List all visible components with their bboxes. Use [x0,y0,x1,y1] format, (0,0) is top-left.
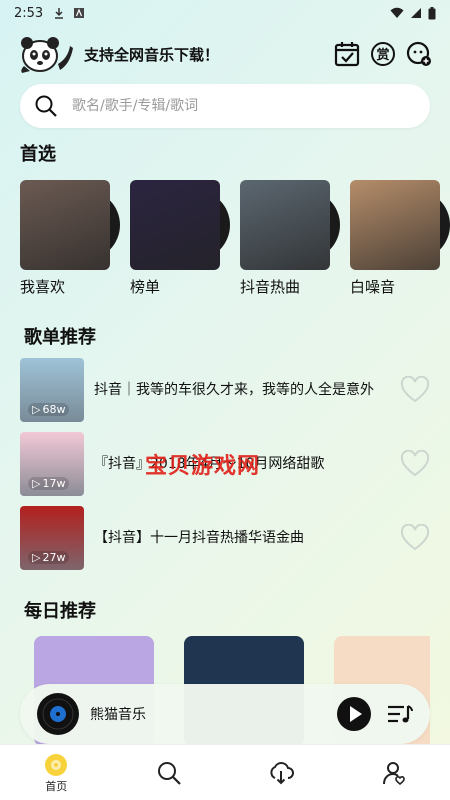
search-icon [157,761,181,785]
playlist-title: 抖音｜我等的车很久才来，我等的人全是意外 [94,382,374,398]
header-title: 支持全网音乐下载！ [84,45,220,64]
favorite-heart-icon[interactable] [400,524,430,552]
download-icon [270,761,295,784]
favorite-heart-icon[interactable] [400,450,430,478]
checkin-calendar-button[interactable] [334,41,360,67]
playlist-title: 【抖音】十一月抖音热播华语金曲 [94,530,304,546]
playlists-section-title: 歌单推荐 [24,327,96,348]
nav-home[interactable]: 首页 [0,745,113,800]
add-friend-button[interactable] [406,41,432,67]
a-notification-icon [74,8,85,18]
calendar-check-icon [334,42,360,67]
play-icon: ▷ [32,551,41,564]
home-icon [45,753,68,776]
status-time: 2:53 [14,5,44,21]
search-icon [35,95,57,117]
mini-player[interactable]: 熊猫音乐 [20,684,430,744]
featured-cover-image [20,180,110,270]
chat-add-icon [406,41,431,66]
play-button[interactable] [336,696,372,732]
play-count-value: 27w [42,551,66,564]
nav-search[interactable] [113,745,226,800]
wifi-icon [390,7,404,18]
play-count: ▷ 68w [28,403,70,416]
featured-cover-image [130,180,220,270]
bottom-navigation: 首页 [0,744,450,800]
play-count-value: 68w [42,403,66,416]
playlist-cover: ▷ 68w [20,358,84,422]
playlist-cover: ▷ 27w [20,506,84,570]
favorite-heart-icon[interactable] [400,376,430,404]
featured-card-charts[interactable]: 榜单 [130,180,230,297]
vinyl-record-icon [37,693,79,735]
playlist-queue-icon[interactable] [386,702,414,726]
featured-card-favorites[interactable]: 我喜欢 [20,180,120,297]
nav-home-label: 首页 [45,779,68,793]
signal-icon [411,8,421,18]
playlist-item[interactable]: ▷ 27w 【抖音】十一月抖音热播华语金曲 [20,506,430,570]
profile-icon [382,761,405,785]
playlist-cover: ▷ 17w [20,432,84,496]
watermark-text: 宝贝游戏网 [145,454,261,479]
play-count-value: 17w [42,477,66,490]
play-icon: ▷ [32,477,41,490]
featured-label: 我喜欢 [20,278,66,296]
featured-card-douyin-hits[interactable]: 抖音热曲 [240,180,340,297]
featured-label: 白噪音 [350,278,396,296]
featured-card-white-noise[interactable]: 白噪音 [350,180,450,297]
app-header: 支持全网音乐下载！ 赏 [18,32,432,76]
featured-section-title: 首选 [20,144,56,165]
now-playing-title: 熊猫音乐 [90,707,146,723]
play-count: ▷ 17w [28,477,70,490]
play-count: ▷ 27w [28,551,70,564]
featured-cover-image [240,180,330,270]
featured-label: 抖音热曲 [240,278,301,296]
featured-cover-image [350,180,440,270]
play-icon: ▷ [32,403,41,416]
nav-download[interactable] [225,745,338,800]
search-input[interactable] [72,98,392,114]
battery-icon [428,6,436,19]
status-bar: 2:53 [0,0,450,26]
panda-logo-icon [21,37,73,73]
reward-button[interactable]: 赏 [370,41,396,67]
featured-label: 榜单 [130,278,161,296]
nav-profile[interactable] [338,745,450,800]
reward-icon: 赏 [371,42,395,66]
playlist-item[interactable]: ▷ 68w 抖音｜我等的车很久才来，我等的人全是意外 [20,358,430,422]
daily-section-title: 每日推荐 [24,601,96,622]
download-notification-icon [55,8,64,19]
search-bar[interactable] [20,84,430,128]
svg-text:赏: 赏 [376,47,389,63]
featured-list: 我喜欢 榜单 抖音热曲 白噪音 [20,180,450,300]
